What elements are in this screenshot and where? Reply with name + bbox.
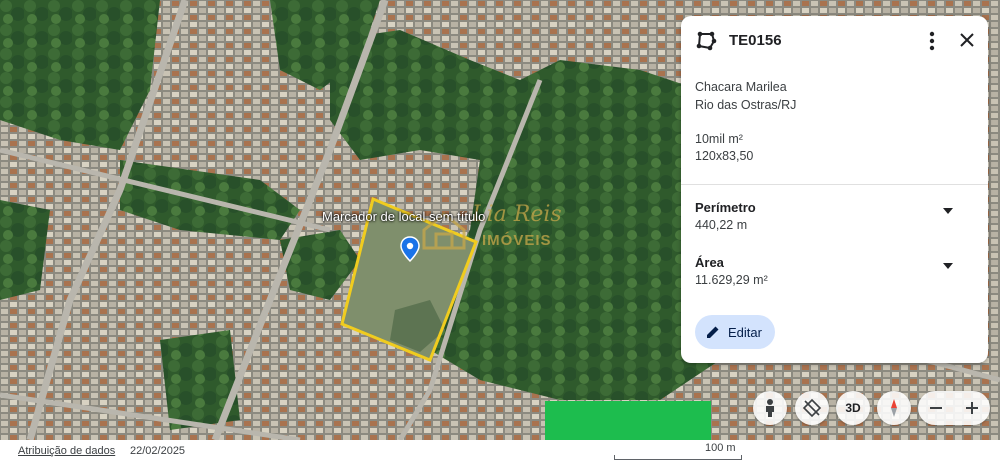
size-line-1: 10mil m² (695, 132, 743, 146)
perimeter-value: 440,22 m (695, 218, 748, 232)
size-line-2: 120x83,50 (695, 149, 754, 163)
scale-label: 100 m (705, 442, 736, 454)
marker-label[interactable]: Marcador de local sem título (322, 209, 485, 224)
scale-bar (614, 455, 742, 460)
perimeter-label: Perímetro (695, 200, 756, 215)
info-card: TE0156 Chacara Marilea Rio das Ostras/RJ… (681, 16, 988, 363)
zoom-out-button[interactable] (918, 391, 954, 425)
zoom-controls (918, 391, 990, 425)
more-vert-icon[interactable] (921, 28, 943, 54)
close-icon[interactable] (955, 28, 979, 52)
pegman-button[interactable] (753, 391, 787, 425)
view-3d-label: 3D (845, 401, 861, 415)
edit-button[interactable]: Editar (695, 315, 775, 349)
description-line-2: Rio das Ostras/RJ (695, 98, 797, 112)
compass-icon (891, 399, 897, 417)
perimeter-row[interactable]: Perímetro 440,22 m (681, 200, 988, 244)
chevron-down-icon (943, 263, 953, 269)
watermark-text: IMÓVEIS (482, 232, 552, 249)
description-line-1: Chacara Marilea (695, 80, 787, 94)
edit-button-label: Editar (728, 325, 762, 340)
data-attribution-link[interactable]: Atribuição de dados (18, 445, 115, 457)
zoom-out-icon (930, 407, 942, 409)
compass-button[interactable] (877, 391, 911, 425)
divider (681, 184, 988, 185)
watermark-script: Lia Reis (472, 202, 562, 227)
pegman-icon (766, 399, 774, 417)
footer: Atribuição de dados 22/02/2025 (0, 440, 1000, 463)
pencil-icon (707, 326, 719, 338)
view-3d-button[interactable]: 3D (836, 391, 870, 425)
card-title: TE0156 (729, 32, 782, 49)
tilt-icon (802, 398, 822, 418)
pin-icon[interactable] (400, 236, 420, 262)
area-value: 11.629,29 m² (695, 273, 768, 287)
chevron-down-icon (943, 208, 953, 214)
imagery-date: 22/02/2025 (130, 445, 186, 457)
zoom-in-icon (966, 402, 978, 414)
area-label: Área (695, 255, 724, 270)
area-row[interactable]: Área 11.629,29 m² (681, 255, 988, 299)
polygon-icon (696, 31, 717, 51)
green-block (545, 401, 711, 440)
tilt-button[interactable] (795, 391, 829, 425)
card-header: TE0156 (681, 16, 988, 66)
zoom-in-button[interactable] (954, 391, 990, 425)
